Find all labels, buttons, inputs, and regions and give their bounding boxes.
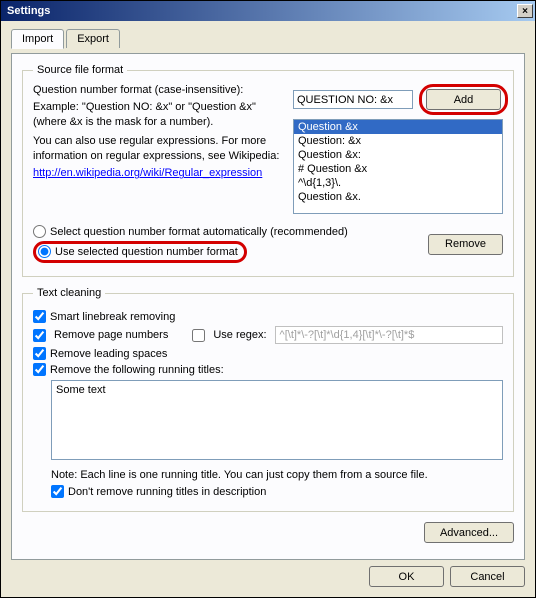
check-smart-label: Smart linebreak removing [50, 311, 175, 323]
check-running-label: Remove the following running titles: [50, 364, 224, 376]
check-dont-remove-desc[interactable] [51, 485, 64, 498]
check-dont-remove-desc-row[interactable]: Don't remove running titles in descripti… [33, 485, 503, 498]
wiki-link[interactable]: http://en.wikipedia.org/wiki/Regular_exp… [33, 167, 283, 179]
tab-export[interactable]: Export [66, 29, 120, 48]
check-pages-label: Remove page numbers [54, 329, 168, 341]
check-running[interactable] [33, 363, 46, 376]
check-smart-row[interactable]: Smart linebreak removing [33, 310, 503, 323]
radio-auto-label: Select question number format automatica… [50, 226, 348, 238]
tabs: Import Export [11, 29, 525, 48]
help-regex: You can also use regular expressions. Fo… [33, 134, 283, 164]
check-pages[interactable] [33, 329, 46, 342]
list-item[interactable]: ^\d{1,3}\. [294, 176, 502, 190]
check-leading[interactable] [33, 347, 46, 360]
group-clean-legend: Text cleaning [33, 287, 105, 299]
list-item[interactable]: Question: &x [294, 134, 502, 148]
group-text-cleaning: Text cleaning Smart linebreak removing R… [22, 287, 514, 512]
client-area: Import Export Source file format Questio… [1, 21, 535, 597]
help-example: Example: "Question NO: &x" or "Question … [33, 100, 283, 130]
check-running-row[interactable]: Remove the following running titles: [33, 363, 503, 376]
running-textarea[interactable] [51, 380, 503, 460]
use-regex-label: Use regex: [213, 329, 266, 341]
qformat-input[interactable] [293, 90, 413, 109]
remove-button[interactable]: Remove [428, 234, 503, 255]
list-item[interactable]: # Question &x [294, 162, 502, 176]
add-highlight: Add [419, 84, 508, 115]
radio-selected-row[interactable]: Use selected question number format [33, 241, 428, 263]
close-icon: × [522, 6, 528, 17]
list-item[interactable]: Question &x: [294, 148, 502, 162]
window-title: Settings [7, 5, 517, 17]
tab-import[interactable]: Import [11, 29, 64, 49]
radio-auto-row[interactable]: Select question number format automatica… [33, 225, 428, 238]
advanced-button[interactable]: Advanced... [424, 522, 514, 543]
add-button[interactable]: Add [426, 89, 501, 110]
check-dont-remove-desc-label: Don't remove running titles in descripti… [68, 486, 266, 498]
regex-ghost-field: ^[\t]*\-?[\t]*\d{1,4}[\t]*\-?[\t]*$ [275, 326, 503, 344]
check-leading-row[interactable]: Remove leading spaces [33, 347, 503, 360]
running-note: Note: Each line is one running title. Yo… [33, 469, 503, 481]
check-use-regex[interactable] [192, 329, 205, 342]
ok-button[interactable]: OK [369, 566, 444, 587]
list-item[interactable]: Question &x. [294, 190, 502, 204]
check-leading-label: Remove leading spaces [50, 348, 167, 360]
dialog-buttons: OK Cancel [11, 566, 525, 587]
radio-selected[interactable] [38, 245, 51, 258]
check-pages-row[interactable]: Remove page numbers Use regex: ^[\t]*\-?… [33, 326, 503, 344]
selected-highlight: Use selected question number format [33, 241, 247, 263]
cancel-button[interactable]: Cancel [450, 566, 525, 587]
radio-selected-label: Use selected question number format [55, 246, 238, 258]
format-listbox[interactable]: Question &x Question: &x Question &x: # … [293, 119, 503, 214]
group-source-legend: Source file format [33, 64, 127, 76]
tab-panel-import: Source file format Question number forma… [11, 53, 525, 560]
qformat-label: Question number format (case-insensitive… [33, 84, 283, 96]
close-button[interactable]: × [517, 4, 533, 18]
group-source-file-format: Source file format Question number forma… [22, 64, 514, 277]
titlebar: Settings × [1, 1, 535, 21]
check-smart[interactable] [33, 310, 46, 323]
list-item[interactable]: Question &x [294, 120, 502, 134]
radio-auto[interactable] [33, 225, 46, 238]
